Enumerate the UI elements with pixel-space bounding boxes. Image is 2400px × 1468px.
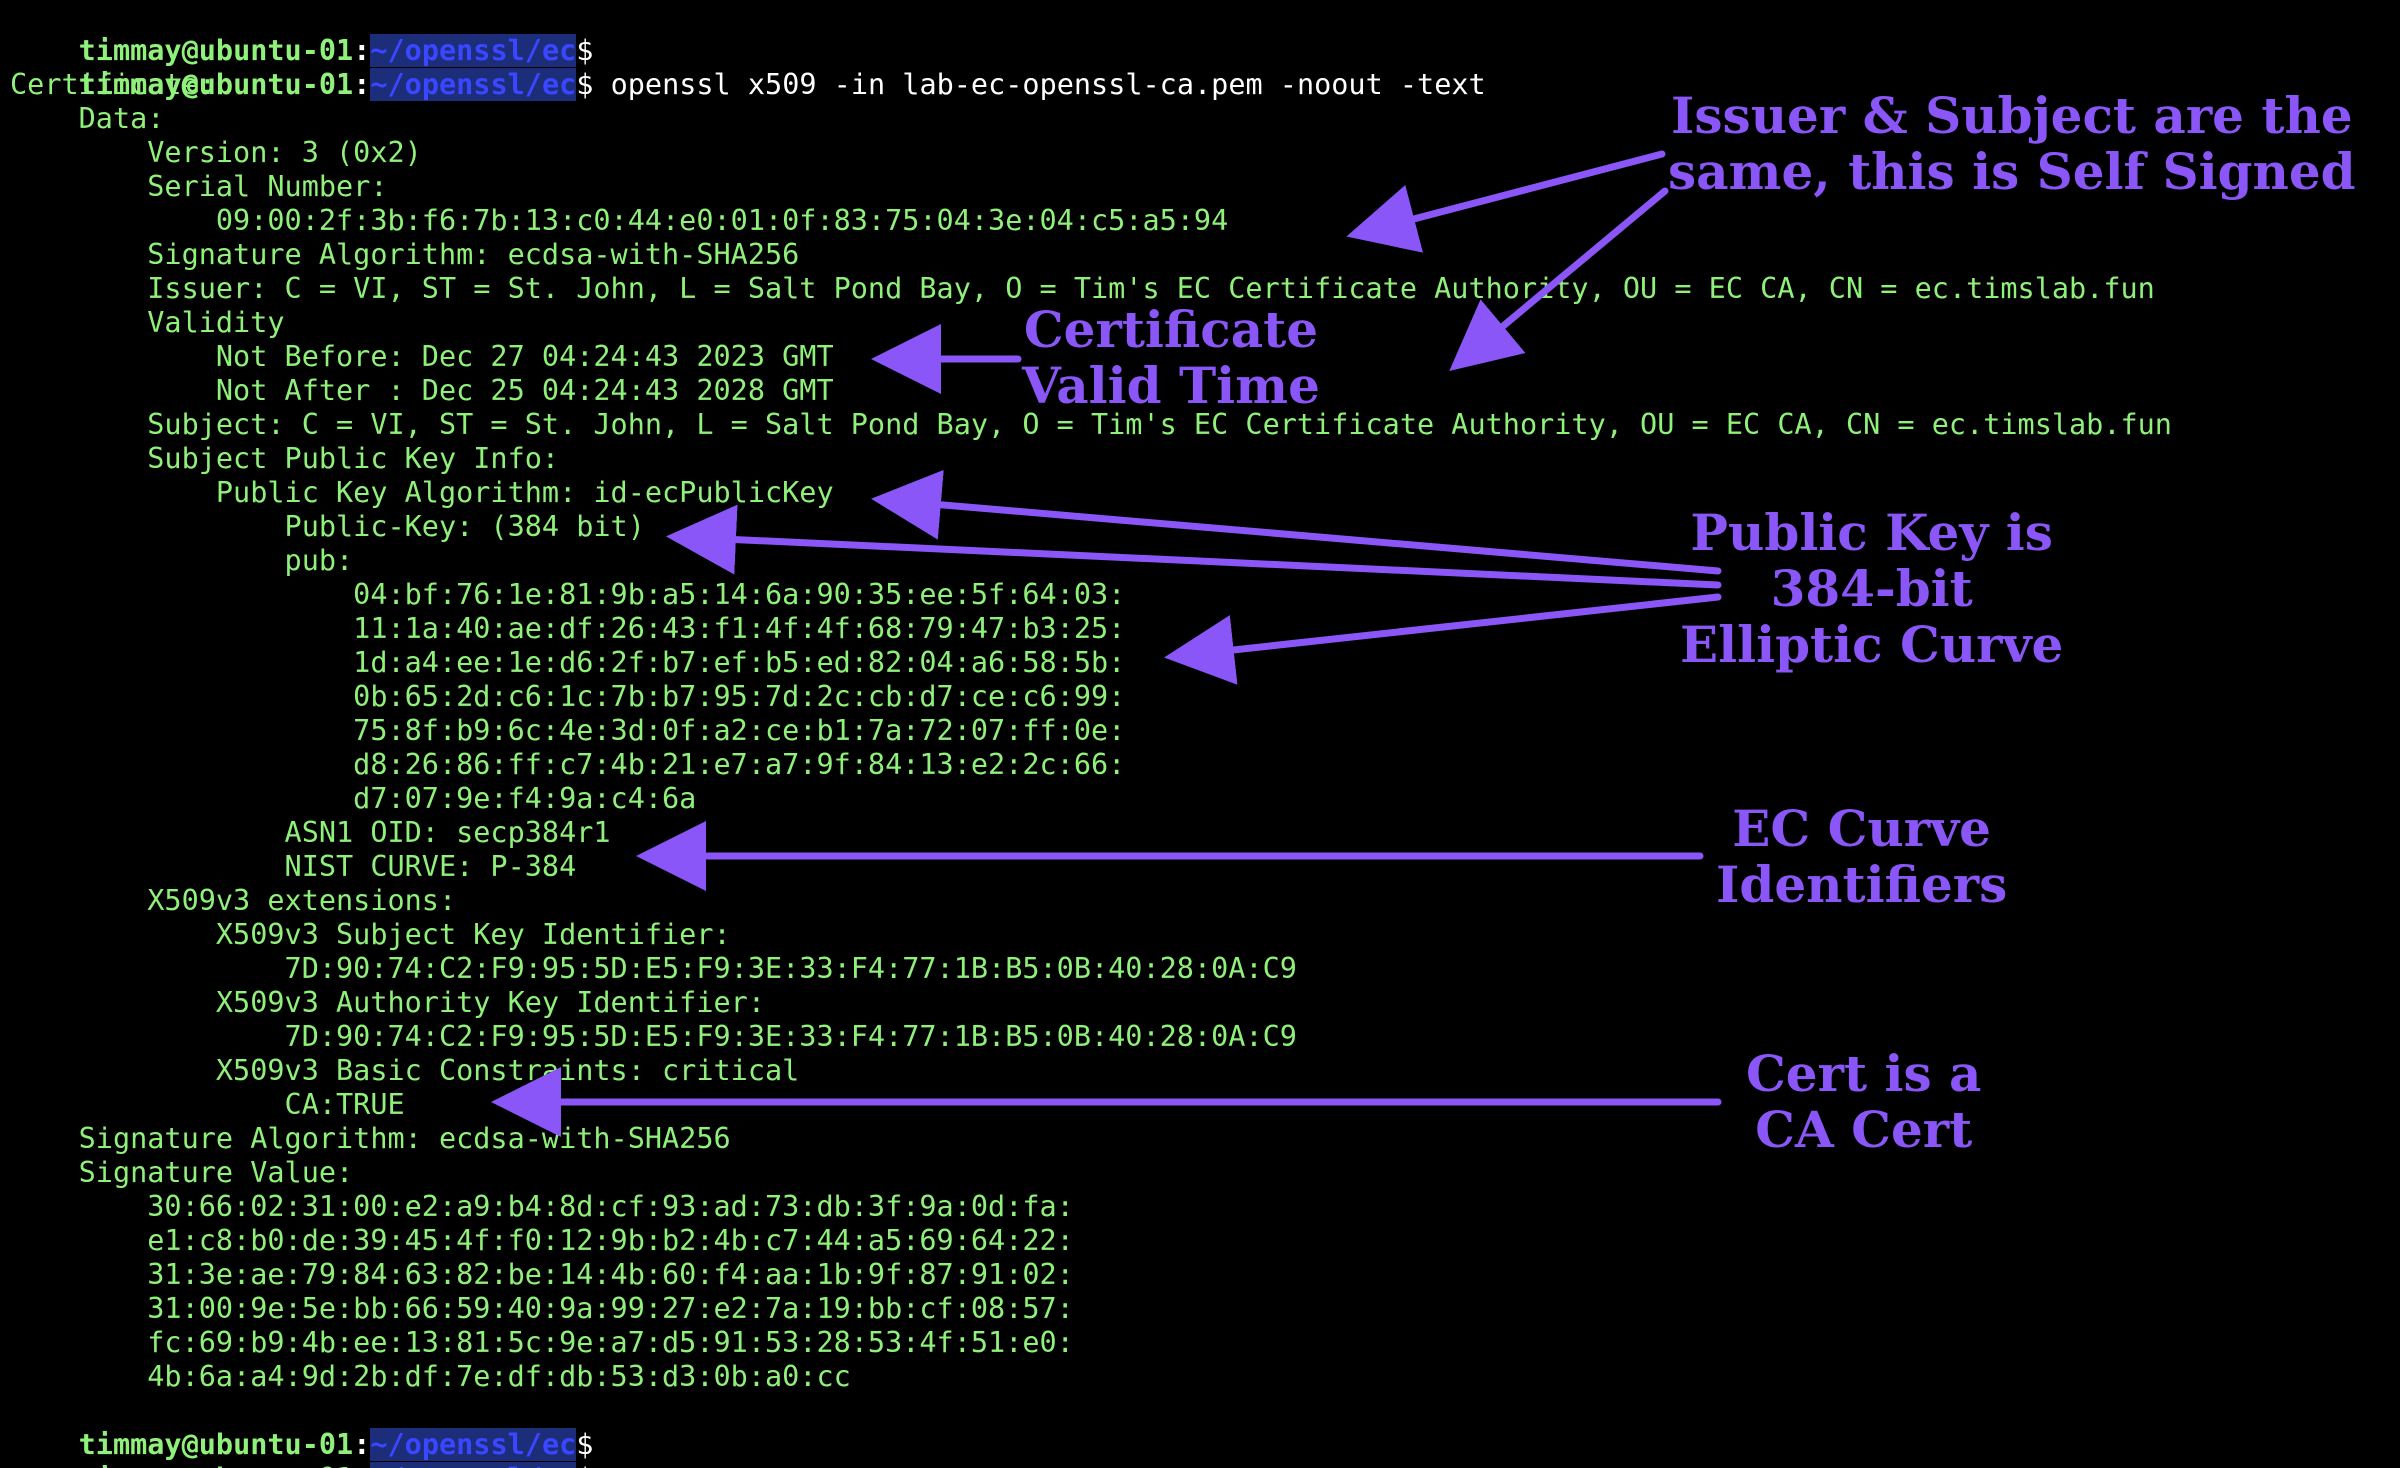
- output-line: X509v3 Authority Key Identifier:: [10, 986, 765, 1019]
- output-line: d7:07:9e:f4:9a:c4:6a: [10, 782, 697, 815]
- annotation-self-signed: Issuer & Subject are the same, this is S…: [1668, 86, 2356, 201]
- output-line: 7D:90:74:C2:F9:95:5D:E5:F9:3E:33:F4:77:1…: [10, 952, 1297, 985]
- output-line: 31:00:9e:5e:bb:66:59:40:9a:99:27:e2:7a:1…: [10, 1292, 1074, 1325]
- prompt-line: timmay@ubuntu-01:~/openssl/ec$: [78, 34, 594, 67]
- output-line: X509v3 Subject Key Identifier:: [10, 918, 731, 951]
- output-line: Serial Number:: [10, 170, 388, 203]
- output-line: X509v3 Basic Constraints: critical: [10, 1054, 800, 1087]
- output-line: Certificate:: [10, 68, 216, 101]
- arrow-to-pub-bytes: [1164, 593, 1722, 685]
- output-line: Signature Algorithm: ecdsa-with-SHA256: [10, 238, 800, 271]
- output-line: 1d:a4:ee:1e:d6:2f:b7:ef:b5:ed:82:04:a6:5…: [10, 646, 1126, 679]
- output-line: ASN1 OID: secp384r1: [10, 816, 611, 849]
- annotation-curve-ids: EC Curve Identifiers: [1716, 799, 2008, 914]
- output-line: Validity: [10, 306, 285, 339]
- prompt-line: timmay@ubuntu-01:~/openssl/ec$: [78, 1428, 594, 1461]
- output-line: Not After : Dec 25 04:24:43 2028 GMT: [10, 374, 834, 407]
- output-line: 11:1a:40:ae:df:26:43:f1:4f:4f:68:79:47:b…: [10, 612, 1126, 645]
- output-line: Subject Public Key Info:: [10, 442, 560, 475]
- output-line: 31:3e:ae:79:84:63:82:be:14:4b:60:f4:aa:1…: [10, 1258, 1074, 1291]
- output-line: Data:: [10, 102, 165, 135]
- output-line: 7D:90:74:C2:F9:95:5D:E5:F9:3E:33:F4:77:1…: [10, 1020, 1297, 1053]
- output-line: Not Before: Dec 27 04:24:43 2023 GMT: [10, 340, 834, 373]
- prompt-path: ~/openssl/ec: [370, 1462, 577, 1468]
- annotation-valid-time: Certificate Valid Time: [1022, 300, 1320, 415]
- output-line: Public-Key: (384 bit): [10, 510, 645, 543]
- annotation-public-key: Public Key is 384-bit Elliptic Curve: [1680, 503, 2064, 674]
- output-line: d8:26:86:ff:c7:4b:21:e7:a7:9f:84:13:e2:2…: [10, 748, 1126, 781]
- output-line: Signature Algorithm: ecdsa-with-SHA256: [10, 1122, 731, 1155]
- annotation-ca-cert: Cert is a CA Cert: [1746, 1044, 1982, 1159]
- output-line: Signature Value:: [10, 1156, 354, 1189]
- terminal-window[interactable]: timmay@ubuntu-01:~/openssl/ec$ timmay@ub…: [0, 0, 2400, 1468]
- output-line: fc:69:b9:4b:ee:13:81:5c:9e:a7:d5:91:53:2…: [10, 1326, 1074, 1359]
- prompt-line: timmay@ubuntu-01:~/openssl/ec$: [10, 1428, 593, 1468]
- output-line: 04:bf:76:1e:81:9b:a5:14:6a:90:35:ee:5f:6…: [10, 578, 1126, 611]
- command-line: timmay@ubuntu-01:~/openssl/ec$ openssl x…: [78, 68, 1486, 101]
- output-line: 0b:65:2d:c6:1c:7b:b7:95:7d:2c:cb:d7:ce:c…: [10, 680, 1126, 713]
- output-line: Version: 3 (0x2): [10, 136, 422, 169]
- output-line: 09:00:2f:3b:f6:7b:13:c0:44:e0:01:0f:83:7…: [10, 204, 1229, 237]
- command-text: openssl x509 -in lab-ec-openssl-ca.pem -…: [610, 68, 1486, 101]
- output-line: Public Key Algorithm: id-ecPublicKey: [10, 476, 834, 509]
- output-line: X509v3 extensions:: [10, 884, 457, 917]
- output-line: 75:8f:b9:6c:4e:3d:0f:a2:ce:b1:7a:72:07:f…: [10, 714, 1126, 747]
- prompt-user-host: timmay@ubuntu-01: [79, 1462, 354, 1468]
- output-line: CA:TRUE: [10, 1088, 405, 1121]
- arrow-to-key-algorithm: [871, 469, 1722, 575]
- prompt-symbol: $: [576, 68, 594, 101]
- output-line: NIST CURVE: P-384: [10, 850, 577, 883]
- output-line: 4b:6a:a4:9d:2b:df:7e:df:db:53:d3:0b:a0:c…: [10, 1360, 851, 1393]
- prompt-path: ~/openssl/ec: [370, 68, 577, 101]
- output-line: e1:c8:b0:de:39:45:4f:f0:12:9b:b2:4b:c7:4…: [10, 1224, 1074, 1257]
- prompt-symbol: $: [576, 1462, 593, 1468]
- arrow-to-issuer: [1346, 150, 1666, 253]
- output-line: 30:66:02:31:00:e2:a9:b4:8d:cf:93:ad:73:d…: [10, 1190, 1074, 1223]
- output-line: pub:: [10, 544, 354, 577]
